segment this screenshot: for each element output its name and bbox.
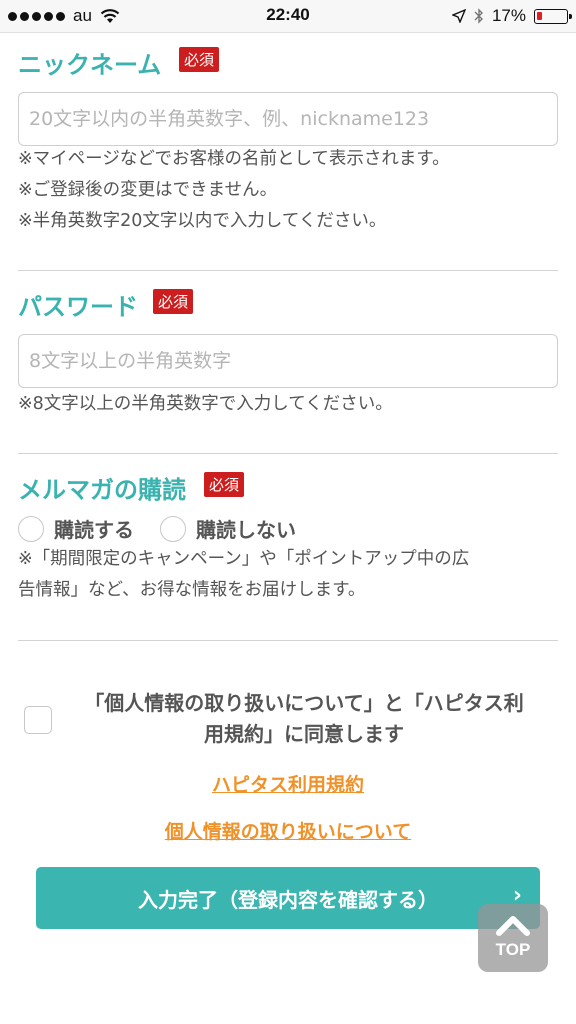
nickname-note-1: ※マイページなどでお客様の名前として表示されます。 — [18, 149, 450, 169]
nickname-note-3: ※半角英数字20文字以内で入力してください。 — [18, 211, 387, 231]
submit-button[interactable]: 入力完了（登録内容を確認する） › — [36, 867, 540, 929]
nickname-required-badge: 必須 — [179, 47, 220, 72]
battery-percent: 17% — [491, 6, 526, 25]
nickname-note-2: ※ご登録後の変更はできません。 — [18, 180, 278, 200]
agree-text-line-2: 用規約」に同意します — [204, 722, 404, 746]
submit-button-label: 入力完了（登録内容を確認する） — [138, 887, 438, 912]
status-bar: au 22:40 17% — [0, 0, 576, 33]
battery-level — [537, 11, 542, 20]
section-divider — [18, 640, 558, 641]
agree-checkbox[interactable] — [24, 706, 52, 734]
status-right: 17% — [451, 6, 572, 26]
password-title: パスワード — [18, 293, 138, 321]
nickname-input[interactable] — [18, 92, 558, 146]
location-arrow-icon — [451, 9, 466, 23]
agree-text-line-1: 「個人情報の取り扱いについて」と「ハピタス利 — [84, 691, 524, 715]
password-input[interactable] — [18, 334, 558, 388]
back-to-top-button[interactable]: TOP — [478, 904, 548, 972]
bluetooth-icon — [474, 8, 483, 24]
mailmag-options: 購読する 購読しない — [18, 514, 296, 543]
mailmag-note-2: 告情報」など、お得な情報をお届けします。 — [18, 580, 366, 600]
mailmag-title: メルマガの購読 — [18, 476, 186, 504]
chevron-up-icon — [496, 916, 530, 936]
section-divider — [18, 270, 558, 271]
radio-subscribe[interactable] — [18, 515, 44, 542]
privacy-link[interactable]: 個人情報の取り扱いについて — [0, 817, 576, 844]
radio-subscribe-label[interactable]: 購読する — [54, 514, 134, 543]
terms-link[interactable]: ハピタス利用規約 — [0, 770, 576, 797]
password-required-badge: 必須 — [153, 289, 194, 314]
mailmag-note-1: ※「期間限定のキャンペーン」や「ポイントアップ中の広 — [18, 549, 470, 569]
password-note: ※8文字以上の半角英数字で入力してください。 — [18, 394, 393, 414]
nickname-title: ニックネーム — [18, 51, 162, 79]
back-to-top-label: TOP — [495, 940, 531, 959]
battery-icon — [534, 8, 572, 24]
section-divider — [18, 453, 558, 454]
radio-unsubscribe-label[interactable]: 購読しない — [196, 514, 296, 543]
radio-unsubscribe[interactable] — [160, 515, 186, 542]
mailmag-required-badge: 必須 — [204, 472, 245, 497]
